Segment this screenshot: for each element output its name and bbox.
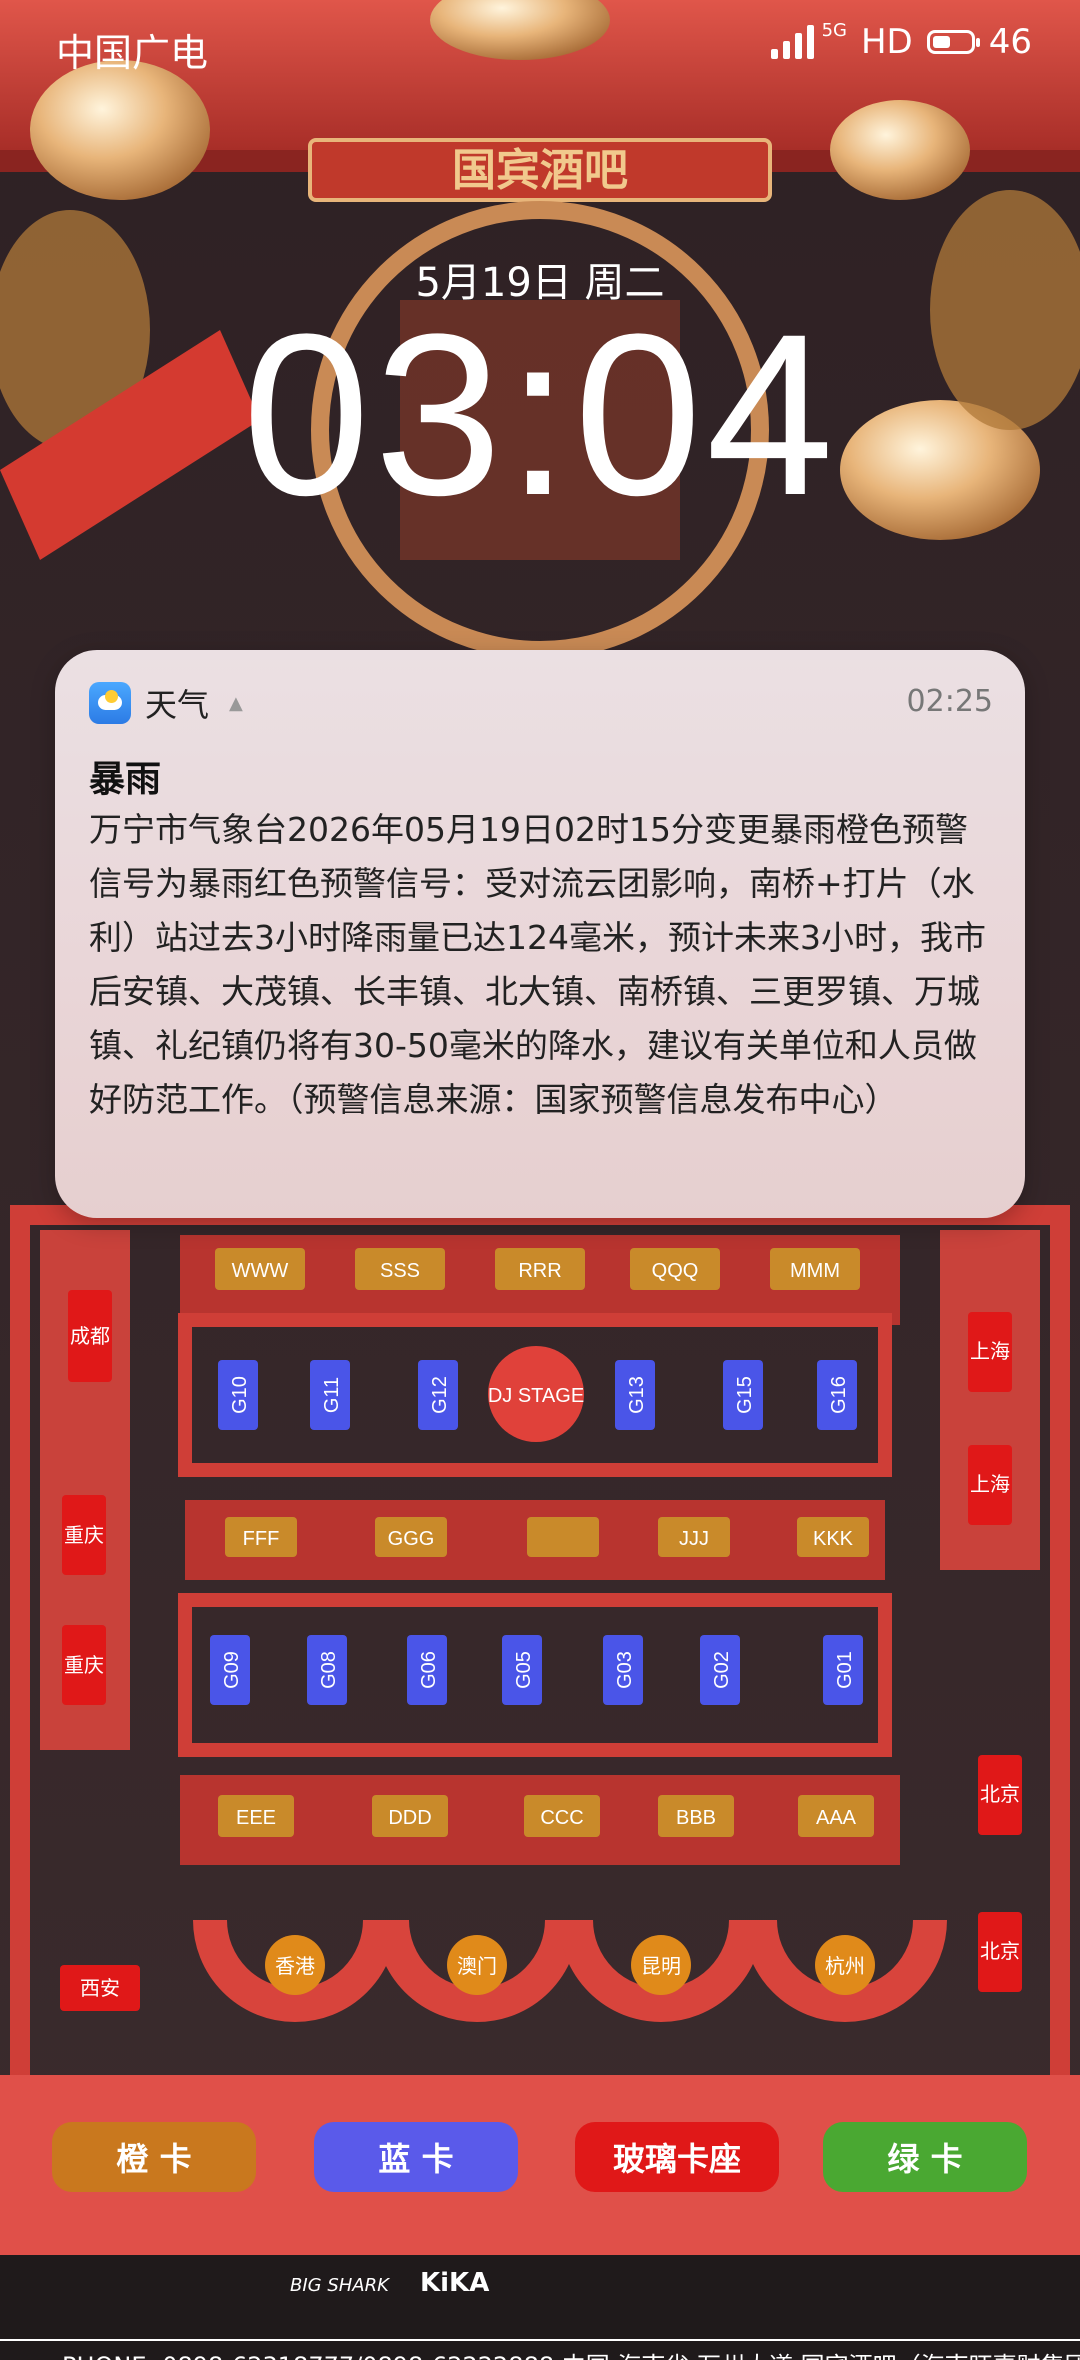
booth-label: SSS: [380, 1260, 420, 1282]
booth-label: GGG: [388, 1528, 435, 1550]
notification-time: 02:25: [906, 684, 993, 719]
table-label: G13: [626, 1376, 648, 1414]
orange-card-button: 橙 卡: [52, 2122, 256, 2192]
glass-booth-button: 玻璃卡座: [575, 2122, 779, 2192]
notification-title: 暴雨: [89, 759, 162, 800]
booth-label: RRR: [518, 1260, 561, 1282]
booth-label: QQQ: [652, 1260, 699, 1282]
room-label: 成都: [70, 1325, 110, 1348]
notification-body: 万宁市气象台2026年05月19日02时15分变更暴雨橙色预警信号为暴雨红色预警…: [89, 810, 986, 1119]
table-label: G03: [614, 1651, 636, 1689]
booth-label: BBB: [676, 1807, 716, 1829]
room-label: 重庆: [64, 1654, 104, 1677]
blue-card-button: 蓝 卡: [314, 2122, 518, 2192]
table-label: G09: [221, 1651, 243, 1689]
table-label: G02: [711, 1651, 733, 1689]
booth-label: WWW: [232, 1260, 289, 1282]
table-label: G15: [734, 1376, 756, 1414]
booth-label: JJJ: [679, 1528, 709, 1550]
booth-label: EEE: [236, 1807, 276, 1829]
signal-icon: [770, 25, 814, 59]
booth-label: DDD: [388, 1807, 431, 1829]
footer-contact: PHONE: 0898-62318777/0898-62222888 中国 海南…: [62, 2346, 1080, 2360]
lockscreen-clock: 03:04: [242, 286, 838, 543]
room-label: 上海: [970, 1473, 1010, 1496]
booth-label: AAA: [816, 1807, 857, 1829]
battery-icon: [926, 30, 980, 54]
status-bar: 中国广电 5G HD 46: [0, 0, 1080, 90]
table-label: G12: [429, 1376, 451, 1414]
room-label: 上海: [970, 1340, 1010, 1363]
room-label: 香港: [275, 1955, 315, 1978]
booth-label: FFF: [243, 1528, 280, 1550]
dj-stage-label: DJ STAGE: [488, 1385, 584, 1407]
hd-indicator: HD: [860, 22, 913, 62]
room-label: 澳门: [457, 1955, 497, 1978]
logo-kika: KiKA: [420, 2268, 490, 2298]
table-label: G06: [418, 1651, 440, 1689]
room-label: 昆明: [641, 1956, 681, 1978]
room-label: 北京: [980, 1940, 1020, 1963]
carrier-name: 中国广电: [56, 31, 209, 75]
chevron-up-icon[interactable]: ▲: [229, 693, 243, 714]
booth-label: CCC: [540, 1807, 583, 1829]
room-label: 北京: [980, 1783, 1020, 1806]
bar-sign: 国宾酒吧: [452, 145, 628, 196]
booth-label: MMM: [790, 1260, 840, 1282]
network-type: 5G: [821, 19, 847, 41]
booth-label: KKK: [813, 1528, 854, 1550]
green-card-button: 绿 卡: [823, 2122, 1027, 2192]
table-label: G05: [513, 1651, 535, 1689]
table-label: G16: [828, 1376, 850, 1414]
table-label: G08: [318, 1651, 340, 1689]
notification-app-name: 天气: [145, 686, 210, 724]
room-label: 杭州: [825, 1955, 865, 1978]
room-label: 西安: [80, 1977, 120, 2000]
table-label: G10: [229, 1376, 251, 1414]
room-label: 重庆: [64, 1524, 104, 1547]
logo-bigshark: BIG SHARK: [290, 2275, 389, 2296]
battery-percent: 46: [988, 22, 1032, 62]
weather-app-icon: [89, 682, 131, 724]
weather-notification-card[interactable]: 天气 ▲ 02:25 暴雨 万宁市气象台2026年05月19日02时15分变更暴…: [55, 650, 1025, 1218]
table-label: G01: [834, 1651, 856, 1689]
table-label: G11: [321, 1377, 343, 1413]
